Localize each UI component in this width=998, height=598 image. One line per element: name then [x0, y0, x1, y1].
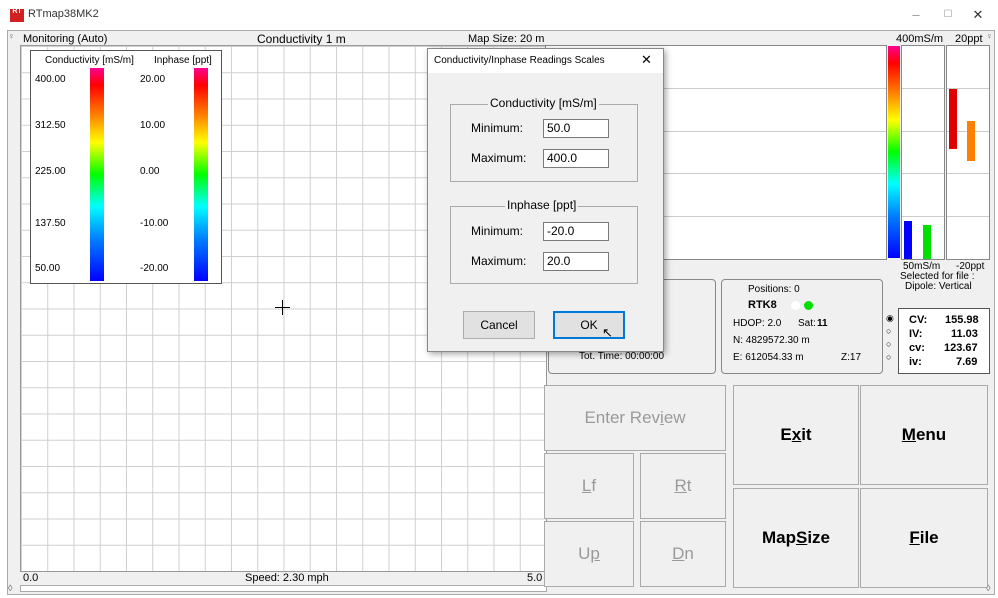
grip-top-left-icon[interactable]: ♀ — [8, 31, 15, 41]
enter-review-button[interactable]: Enter Rev i ew — [544, 385, 726, 451]
ok-button[interactable]: OK — [553, 311, 625, 339]
rtk-indicator-off-icon — [791, 301, 800, 310]
up-button[interactable]: Up — [544, 521, 634, 587]
speed-label: Speed: 2.30 mph — [245, 572, 329, 584]
scales-dialog: Conductivity/Inphase Readings Scales ✕ C… — [427, 48, 664, 352]
conductivity-group — [450, 104, 638, 182]
inph-min-label: Minimum: — [471, 224, 524, 238]
dialog-title: Conductivity/Inphase Readings Scales — [434, 55, 605, 66]
radio-iv[interactable]: ○ — [886, 326, 891, 336]
title-bar: RT RTmap38MK2 – ☐ ✕ — [0, 0, 998, 30]
readings-box: CV: 155.98 IV: 11.03 cv: 123.67 iv: 7.69 — [898, 308, 990, 374]
reading-value: 155.98 — [945, 314, 979, 326]
radio-iv-lower[interactable]: ○ — [886, 352, 891, 362]
menu-button[interactable]: Menu — [860, 385, 988, 485]
gauge-colorbar — [888, 46, 900, 258]
color-legend: Conductivity [mS/m] Inphase [ppt] 400.00… — [30, 50, 222, 284]
inphase-group-title: Inphase [ppt] — [505, 198, 579, 212]
inph-scale-top: 20ppt — [955, 33, 983, 45]
cond-tick: 225.00 — [35, 166, 66, 177]
reading-label: cv: — [909, 342, 925, 354]
hdop-value: HDOP: 2.0 — [733, 318, 782, 329]
inph-tick: -10.00 — [140, 218, 169, 229]
maximize-button[interactable]: ☐ — [934, 4, 962, 26]
legend-conductivity-title: Conductivity [mS/m] — [45, 55, 134, 66]
cancel-button[interactable]: Cancel — [463, 311, 535, 339]
inphase-gauge — [946, 45, 990, 260]
cv2-bar — [923, 225, 931, 259]
dialog-title-bar: Conductivity/Inphase Readings Scales ✕ — [428, 49, 663, 73]
dipole-label: Dipole: Vertical — [905, 281, 972, 292]
dialog-close-icon[interactable]: ✕ — [641, 52, 652, 68]
inph-tick: 10.00 — [140, 120, 166, 131]
map-size-button[interactable]: Map Size — [733, 488, 859, 588]
reading-value: 7.69 — [956, 356, 978, 368]
app-icon-text: RT — [12, 8, 22, 15]
right-button[interactable]: Rt — [640, 453, 726, 519]
iv2-bar — [967, 121, 975, 161]
cond-tick: 400.00 — [35, 74, 66, 85]
cond-max-input[interactable]: 400.0 — [543, 149, 609, 168]
grip-bottom-left-icon[interactable]: ◊ — [8, 583, 12, 593]
legend-inphase-title: Inphase [ppt] — [154, 55, 212, 66]
horizontal-scrollbar[interactable] — [20, 585, 547, 592]
conductivity-gauge — [901, 45, 945, 260]
cond-tick: 50.00 — [35, 263, 61, 274]
reading-value: 123.67 — [944, 342, 978, 354]
inphase-colorbar — [194, 68, 208, 281]
iv-bar — [949, 89, 957, 149]
total-time: Tot. Time: 00:00:00 — [579, 351, 665, 362]
file-button[interactable]: File — [860, 488, 988, 588]
conductivity-group-title: Conductivity [mS/m] — [488, 96, 599, 110]
easting-value: E: 612054.33 m — [733, 352, 804, 363]
cursor-crosshair-v — [282, 300, 283, 315]
down-button[interactable]: Dn — [640, 521, 726, 587]
reading-label: IV: — [909, 328, 923, 340]
mouse-pointer-icon: ↖ — [602, 325, 613, 340]
close-button[interactable]: ✕ — [964, 4, 992, 26]
inph-min-input[interactable]: -20.0 — [543, 222, 609, 241]
northing-value: N: 4829572.30 m — [733, 335, 810, 346]
grip-top-right-icon[interactable]: ♀ — [986, 31, 993, 41]
cond-min-input[interactable]: 50.0 — [543, 119, 609, 138]
inph-tick: 20.00 — [140, 74, 166, 85]
app-icon: RT — [10, 8, 24, 22]
cv-bar — [904, 221, 912, 259]
sat-label: Sat: — [798, 318, 816, 329]
positions-count: Positions: 0 — [748, 284, 800, 295]
minimize-button[interactable]: – — [902, 4, 930, 26]
exit-button[interactable]: Ex it — [733, 385, 859, 485]
reading-value: 11.03 — [951, 328, 978, 340]
inph-tick: -20.00 — [140, 263, 169, 274]
cond-min-label: Minimum: — [471, 121, 524, 135]
layer-label: Conductivity 1 m — [257, 32, 346, 46]
rtk-status: RTK8 — [748, 299, 777, 311]
inphase-group — [450, 206, 638, 284]
cond-max-label: Maximum: — [471, 151, 527, 165]
cond-scale-top: 400mS/m — [896, 33, 944, 45]
conductivity-colorbar — [90, 68, 104, 281]
reading-label: CV: — [909, 314, 928, 326]
window-title: RTmap38MK2 — [28, 8, 99, 20]
rtk-indicator-on-icon — [804, 301, 813, 310]
sat-value: 11 — [817, 318, 828, 329]
left-button[interactable]: Lf — [544, 453, 634, 519]
reading-label: iv: — [909, 356, 922, 368]
cond-tick: 137.50 — [35, 218, 66, 229]
inph-tick: 0.00 — [140, 166, 160, 177]
radio-cv-lower[interactable]: ○ — [886, 339, 891, 349]
map-size-label: Map Size: 20 m — [468, 33, 545, 45]
radio-cv[interactable]: ◉ — [886, 313, 894, 324]
x-start-label: 0.0 — [23, 572, 39, 584]
cond-tick: 312.50 — [35, 120, 66, 131]
inph-max-input[interactable]: 20.0 — [543, 252, 609, 271]
x-end-label: 5.0 — [527, 572, 543, 584]
mode-label: Monitoring (Auto) — [23, 33, 108, 45]
zone-value: Z:17 — [841, 352, 862, 363]
inph-max-label: Maximum: — [471, 254, 527, 268]
gps-panel: Positions: 0 RTK8 HDOP: 2.0 Sat: 11 N: 4… — [721, 279, 883, 374]
